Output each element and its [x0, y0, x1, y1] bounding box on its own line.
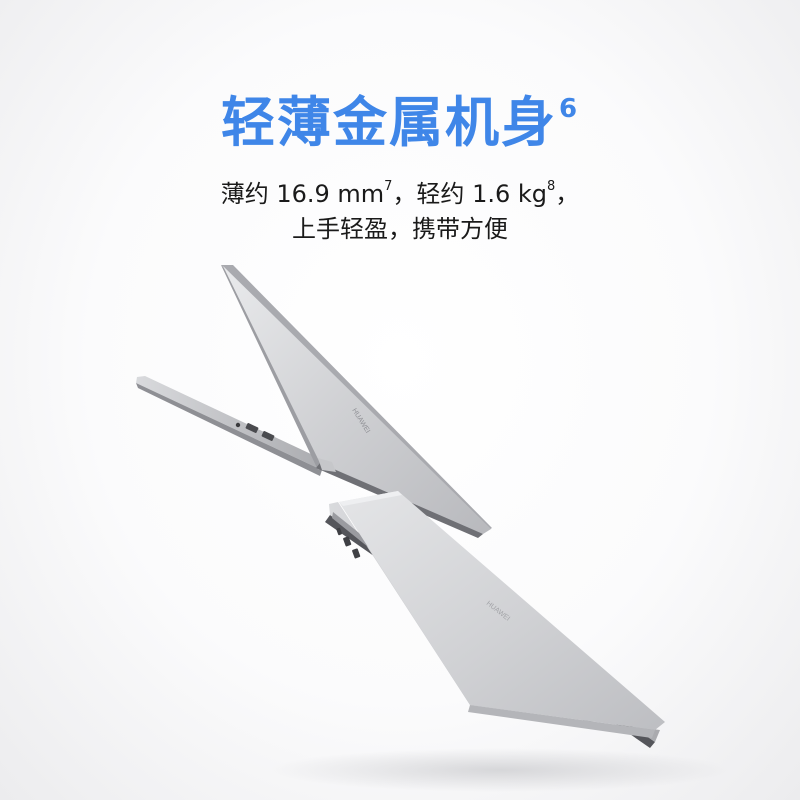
floor-shadow	[270, 748, 730, 792]
audio-jack-icon	[235, 422, 241, 428]
laptop-closed: HUAWEI	[325, 491, 665, 748]
laptop-open: HUAWEI	[136, 265, 492, 538]
laptop-product-image: HUAWEI HUAWEI	[136, 265, 730, 792]
usb-port-icon	[352, 548, 361, 559]
laptop-open-lid	[223, 266, 491, 534]
